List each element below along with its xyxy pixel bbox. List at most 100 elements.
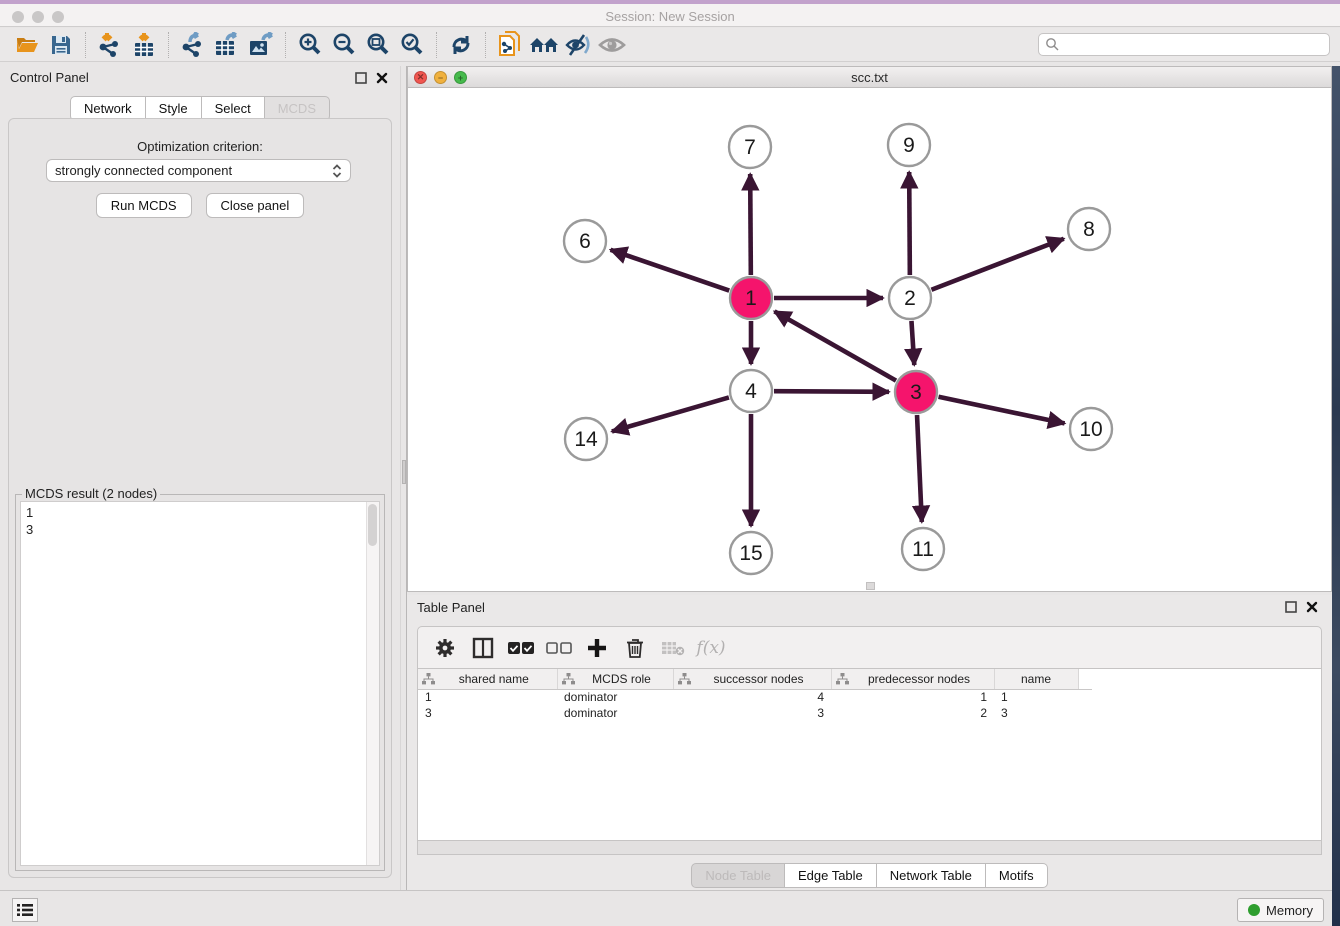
node-3[interactable]: 3 — [895, 371, 937, 413]
edge-2-9[interactable] — [909, 172, 910, 275]
vertical-splitter[interactable] — [400, 66, 407, 890]
float-panel-icon[interactable] — [355, 72, 367, 84]
column-header-shared-name[interactable]: shared name — [418, 669, 557, 689]
add-column-icon[interactable] — [578, 633, 616, 663]
open-file-icon[interactable] — [10, 31, 44, 59]
function-builder-icon: f(x) — [692, 633, 730, 663]
toolbar-separator — [485, 32, 486, 58]
node-2[interactable]: 2 — [889, 277, 931, 319]
column-header-name[interactable]: name — [994, 669, 1078, 689]
search-icon — [1045, 37, 1060, 52]
memory-label: Memory — [1266, 903, 1313, 918]
hide-selected-icon[interactable] — [561, 31, 595, 59]
node-14[interactable]: 14 — [565, 418, 607, 460]
application-window: Session: New Session — [0, 0, 1340, 926]
svg-text:2: 2 — [904, 287, 916, 310]
node-11[interactable]: 11 — [902, 528, 944, 570]
search-input[interactable] — [1060, 38, 1323, 52]
edge-4-14[interactable] — [612, 397, 729, 431]
save-session-icon[interactable] — [44, 31, 78, 59]
zoom-in-icon[interactable] — [293, 31, 327, 59]
zoom-selected-icon[interactable] — [395, 31, 429, 59]
close-panel-icon[interactable] — [376, 72, 388, 84]
svg-text:8: 8 — [1083, 218, 1095, 241]
mcds-panel: Optimization criterion: strongly connect… — [8, 118, 392, 878]
table-tab-motifs[interactable]: Motifs — [986, 863, 1048, 888]
first-neighbors-icon[interactable] — [527, 31, 561, 59]
optimization-criterion-label: Optimization criterion: — [9, 139, 391, 154]
table-row[interactable]: 3dominator323 — [418, 705, 1092, 721]
edge-2-8[interactable] — [931, 239, 1063, 290]
edge-1-6[interactable] — [611, 250, 730, 291]
toolbar-separator — [168, 32, 169, 58]
splitter-handle[interactable] — [402, 460, 406, 484]
close-table-panel-icon[interactable] — [1306, 601, 1318, 613]
node-4[interactable]: 4 — [730, 370, 772, 412]
status-bar: Memory — [0, 890, 1332, 926]
svg-text:7: 7 — [744, 136, 756, 159]
table-tab-edge-table[interactable]: Edge Table — [785, 863, 877, 888]
import-network-icon[interactable] — [93, 31, 127, 59]
table-panel: Table Panel — [407, 595, 1332, 890]
network-window-titlebar[interactable]: ✕ − + scc.txt — [408, 67, 1331, 88]
edge-3-1[interactable] — [774, 311, 896, 380]
table-row[interactable]: 1dominator411 — [418, 689, 1092, 705]
column-header-predecessor-nodes[interactable]: predecessor nodes — [831, 669, 994, 689]
node-7[interactable]: 7 — [729, 126, 771, 168]
deselect-all-checkboxes-icon[interactable] — [540, 633, 578, 663]
zoom-fit-icon[interactable] — [361, 31, 395, 59]
node-9[interactable]: 9 — [888, 124, 930, 166]
column-type-icon — [678, 673, 691, 685]
export-network-icon[interactable] — [176, 31, 210, 59]
column-type-icon — [836, 673, 849, 685]
node-15[interactable]: 15 — [730, 532, 772, 574]
desktop-wallpaper-sliver — [1332, 66, 1340, 926]
settings-gear-icon[interactable] — [426, 633, 464, 663]
import-table-icon[interactable] — [127, 31, 161, 59]
edge-2-3[interactable] — [911, 321, 914, 365]
apply-layout-icon[interactable] — [444, 31, 478, 59]
column-type-icon — [422, 673, 435, 685]
table-tab-network-table[interactable]: Network Table — [877, 863, 986, 888]
table-header-row[interactable]: shared nameMCDS rolesuccessor nodesprede… — [418, 669, 1092, 689]
network-view-window: ✕ − + scc.txt 7 9 6 8 1 2 4 3 14 10 15 11 — [407, 66, 1332, 592]
column-header-successor-nodes[interactable]: successor nodes — [673, 669, 831, 689]
table-toolbar: f(x) — [417, 626, 1322, 669]
show-all-icon[interactable] — [595, 31, 629, 59]
network-canvas[interactable]: 7 9 6 8 1 2 4 3 14 10 15 11 — [408, 88, 1331, 591]
toggle-column-view-icon[interactable] — [464, 633, 502, 663]
node-8[interactable]: 8 — [1068, 208, 1110, 250]
network-splitter-grip[interactable] — [866, 582, 875, 590]
svg-text:14: 14 — [574, 428, 598, 451]
session-title: Session: New Session — [0, 9, 1340, 24]
run-mcds-button[interactable]: Run MCDS — [96, 193, 192, 218]
export-table-icon[interactable] — [210, 31, 244, 59]
edge-4-3[interactable] — [774, 391, 889, 392]
node-table[interactable]: shared nameMCDS rolesuccessor nodesprede… — [417, 669, 1322, 841]
task-history-button[interactable] — [12, 898, 38, 922]
search-field[interactable] — [1038, 33, 1330, 56]
mcds-result-area[interactable]: 1 3 — [20, 501, 380, 866]
edge-3-11[interactable] — [917, 415, 922, 522]
column-header-MCDS-role[interactable]: MCDS role — [557, 669, 673, 689]
criterion-select[interactable]: strongly connected component — [46, 159, 351, 182]
float-table-panel-icon[interactable] — [1285, 601, 1297, 613]
select-all-checkboxes-icon[interactable] — [502, 633, 540, 663]
control-panel-title: Control Panel — [10, 70, 89, 85]
result-scrollbar[interactable] — [366, 502, 379, 865]
delete-column-icon[interactable] — [616, 633, 654, 663]
node-6[interactable]: 6 — [564, 220, 606, 262]
memory-button[interactable]: Memory — [1237, 898, 1324, 922]
close-panel-button[interactable]: Close panel — [206, 193, 305, 218]
network-from-selection-icon[interactable] — [493, 31, 527, 59]
node-1[interactable]: 1 — [730, 277, 772, 319]
table-tab-node-table[interactable]: Node Table — [691, 863, 785, 888]
result-scrollbar-thumb[interactable] — [368, 504, 377, 546]
table-bottom-bar — [417, 841, 1322, 855]
zoom-out-icon[interactable] — [327, 31, 361, 59]
svg-text:11: 11 — [912, 538, 934, 561]
edge-3-10[interactable] — [939, 397, 1065, 424]
node-10[interactable]: 10 — [1070, 408, 1112, 450]
export-image-icon[interactable] — [244, 31, 278, 59]
edge-1-7[interactable] — [750, 174, 751, 275]
